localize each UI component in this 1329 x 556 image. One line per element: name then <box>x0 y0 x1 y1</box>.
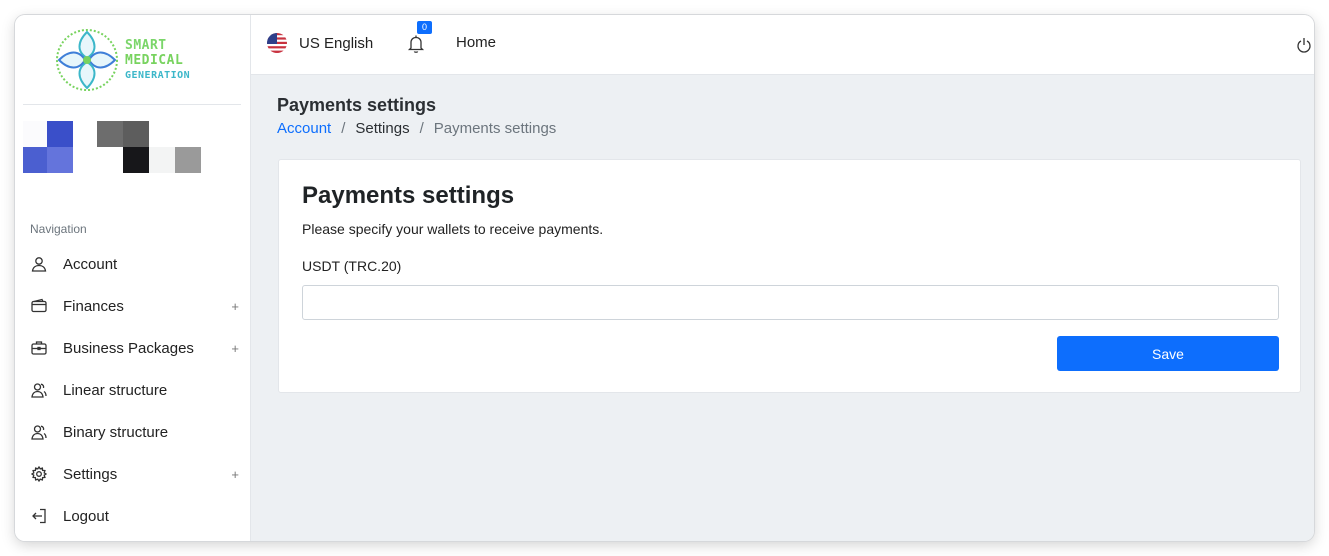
users-icon <box>31 424 47 440</box>
card-title: Payments settings <box>302 182 515 209</box>
briefcase-icon <box>31 340 47 356</box>
usdt-wallet-input[interactable] <box>302 285 1279 320</box>
sidebar-item-business-packages[interactable]: Business Packages + <box>15 327 251 369</box>
card-description: Please specify your wallets to receive p… <box>302 221 604 237</box>
breadcrumb-current: Payments settings <box>433 120 557 137</box>
brand-line-3: GENERATION <box>125 69 191 81</box>
bell-icon[interactable] <box>407 34 425 54</box>
power-icon[interactable] <box>1297 37 1311 53</box>
sidebar-item-label: Binary structure <box>63 423 169 441</box>
brand-line-1: SMART <box>125 37 167 53</box>
divider <box>23 104 241 105</box>
logo-emblem-icon <box>56 29 118 91</box>
breadcrumb-settings-link[interactable]: Settings <box>355 120 409 137</box>
sidebar: SMART MEDICAL GENERATION Navigation Acco… <box>15 15 251 541</box>
notification-count-badge: 0 <box>417 21 432 34</box>
sidebar-item-logout[interactable]: Logout <box>15 495 251 537</box>
app-window: SMART MEDICAL GENERATION Navigation Acco… <box>15 15 1314 541</box>
sidebar-item-label: Finances <box>63 297 124 315</box>
brand-line-2: MEDICAL <box>125 52 184 68</box>
sidebar-item-label: Business Packages <box>63 339 194 357</box>
payments-settings-card: Payments settings Please specify your wa… <box>278 159 1301 393</box>
sidebar-item-settings[interactable]: Settings + <box>15 453 251 495</box>
sidebar-item-label: Settings <box>63 465 118 483</box>
breadcrumb: Account / Settings / Payments settings <box>277 120 556 137</box>
usdt-field-label: USDT (TRC.20) <box>302 258 402 274</box>
home-link[interactable]: Home <box>456 34 496 51</box>
language-selector[interactable]: US English <box>267 32 373 54</box>
expand-icon[interactable]: + <box>231 467 239 482</box>
logout-icon <box>31 508 47 524</box>
brand-logo[interactable]: SMART MEDICAL GENERATION <box>55 28 205 92</box>
breadcrumb-account-link[interactable]: Account <box>277 120 331 137</box>
sidebar-item-label: Logout <box>63 507 109 525</box>
breadcrumb-separator: / <box>341 120 346 137</box>
gear-icon <box>31 466 47 482</box>
language-label: US English <box>299 34 374 52</box>
breadcrumb-separator: / <box>419 120 424 137</box>
page-title: Payments settings <box>277 95 437 115</box>
top-bar: US English 0 Home <box>251 15 1314 75</box>
sidebar-nav: Account Finances + Business Packages + L… <box>15 243 251 537</box>
sidebar-item-label: Linear structure <box>63 381 168 399</box>
main-content: Payments settings Account / Settings / P… <box>251 75 1314 541</box>
expand-icon[interactable]: + <box>231 341 239 356</box>
save-button[interactable]: Save <box>1057 336 1279 371</box>
sidebar-item-linear-structure[interactable]: Linear structure <box>15 369 251 411</box>
sidebar-item-label: Account <box>63 255 118 273</box>
sidebar-item-binary-structure[interactable]: Binary structure <box>15 411 251 453</box>
wallet-icon <box>31 298 47 314</box>
sidebar-item-account[interactable]: Account <box>15 243 251 285</box>
user-icon <box>31 256 47 272</box>
nav-caption: Navigation <box>30 222 87 236</box>
brand-wordmark: SMART MEDICAL GENERATION <box>125 38 190 83</box>
us-flag-icon <box>267 33 287 53</box>
user-avatar-pixelated <box>23 121 201 173</box>
expand-icon[interactable]: + <box>231 299 239 314</box>
users-icon <box>31 382 47 398</box>
sidebar-item-finances[interactable]: Finances + <box>15 285 251 327</box>
